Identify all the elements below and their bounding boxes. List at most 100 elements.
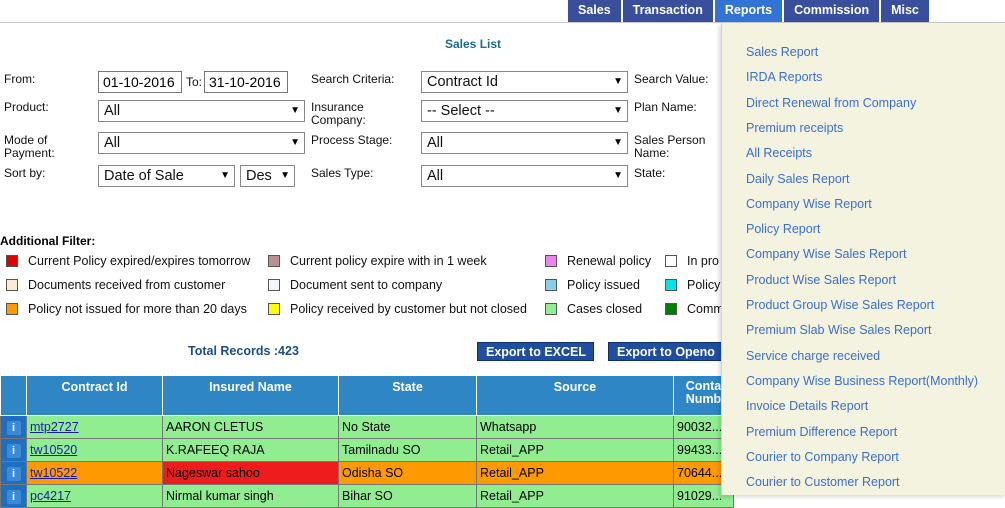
- chevron-down-icon: ▼: [290, 105, 300, 116]
- insured-name-cell: Nirmal kumar singh: [162, 484, 339, 508]
- chevron-down-icon: ▼: [613, 137, 623, 148]
- contract-id-link[interactable]: tw10520: [30, 443, 77, 457]
- export-excel-button[interactable]: Export to EXCEL: [477, 342, 594, 361]
- table-header-row: Contract Id Insured Name State Source Co…: [0, 375, 734, 416]
- contract-id-link[interactable]: mtp2727: [30, 420, 79, 434]
- info-icon[interactable]: i: [6, 420, 21, 435]
- reports-menu-item[interactable]: IRDA Reports: [746, 70, 822, 84]
- from-date-input[interactable]: 01-10-2016: [98, 71, 182, 93]
- search-criteria-select[interactable]: Contract Id ▼: [421, 71, 628, 93]
- sales-table: Contract Id Insured Name State Source Co…: [0, 375, 734, 508]
- reports-menu-item[interactable]: Service charge received: [746, 349, 880, 363]
- insurance-company-select[interactable]: -- Select -- ▼: [421, 100, 628, 122]
- legend-color-swatch[interactable]: [545, 279, 557, 291]
- header-info: [0, 375, 27, 416]
- legend-color-swatch[interactable]: [665, 255, 677, 267]
- legend-color-swatch[interactable]: [268, 255, 280, 267]
- contract-id-cell: mtp2727: [26, 415, 163, 439]
- sort-by-label: Sort by:: [4, 166, 46, 180]
- process-stage-value: All: [427, 135, 444, 151]
- insured-name-cell: K.RAFEEQ RAJA: [162, 438, 339, 462]
- reports-menu-item[interactable]: Company Wise Business Report(Monthly): [746, 374, 978, 388]
- legend-color-swatch[interactable]: [545, 255, 557, 267]
- reports-menu-item[interactable]: Product Group Wise Sales Report: [746, 298, 934, 312]
- mode-of-payment-label: Mode of Payment:: [4, 133, 55, 160]
- filter-legend-item: Current policy expire with in 1 week: [268, 253, 487, 269]
- sort-order-select[interactable]: Des ▼: [240, 165, 295, 187]
- legend-color-swatch[interactable]: [6, 279, 18, 291]
- legend-label: Renewal policy: [567, 254, 652, 268]
- state-cell: Odisha SO: [338, 461, 477, 485]
- nav-transaction[interactable]: Transaction: [622, 0, 713, 23]
- reports-menu-item[interactable]: Direct Renewal from Company: [746, 96, 916, 110]
- process-stage-select[interactable]: All ▼: [421, 132, 628, 154]
- product-select[interactable]: All ▼: [98, 100, 305, 122]
- reports-menu-item[interactable]: Product Wise Sales Report: [746, 273, 896, 287]
- sales-type-select[interactable]: All ▼: [421, 165, 628, 187]
- sort-by-select[interactable]: Date of Sale ▼: [98, 165, 235, 187]
- state-cell: Bihar SO: [338, 484, 477, 508]
- header-contract-id[interactable]: Contract Id: [26, 375, 163, 416]
- filter-legend-item: Policy received by customer but not clos…: [268, 301, 527, 317]
- nav-commission[interactable]: Commission: [784, 0, 880, 23]
- legend-color-swatch[interactable]: [268, 303, 280, 315]
- legend-color-swatch[interactable]: [6, 303, 18, 315]
- contract-id-link[interactable]: tw10522: [30, 466, 77, 480]
- header-source[interactable]: Source: [476, 375, 674, 416]
- reports-menu-item[interactable]: Daily Sales Report: [746, 172, 850, 186]
- reports-menu-item[interactable]: Courier to Company Report: [746, 450, 899, 464]
- header-insured-name[interactable]: Insured Name: [162, 375, 339, 416]
- reports-menu-item[interactable]: Premium receipts: [746, 121, 843, 135]
- legend-color-swatch[interactable]: [6, 255, 18, 267]
- total-records: Total Records :423: [188, 344, 299, 358]
- nav-reports[interactable]: Reports: [714, 0, 783, 23]
- table-row: i pc4217 Nirmal kumar singh Bihar SO Retail_…: [0, 484, 734, 508]
- legend-color-swatch[interactable]: [545, 303, 557, 315]
- mode-of-payment-value: All: [104, 135, 121, 151]
- info-icon[interactable]: i: [6, 443, 21, 458]
- info-cell: i: [0, 484, 27, 508]
- to-date-input[interactable]: 31-10-2016: [204, 71, 288, 93]
- reports-menu-item[interactable]: Courier to Customer Report: [746, 475, 900, 489]
- reports-menu-item[interactable]: Premium Difference Report: [746, 425, 897, 439]
- reports-menu-item[interactable]: Company Wise Report: [746, 197, 872, 211]
- table-row: i tw10520 K.RAFEEQ RAJA Tamilnadu SO Retail_…: [0, 438, 734, 462]
- reports-menu-item[interactable]: Premium Slab Wise Sales Report: [746, 323, 931, 337]
- filter-legend-item: Policy issued: [545, 277, 640, 293]
- legend-color-swatch[interactable]: [665, 303, 677, 315]
- contract-id-link[interactable]: pc4217: [30, 489, 71, 503]
- state-cell: No State: [338, 415, 477, 439]
- filter-legend-item: Comm: [665, 301, 724, 317]
- legend-label: Cases closed: [567, 302, 643, 316]
- legend-label: Policy: [687, 278, 721, 292]
- reports-menu-item[interactable]: All Receipts: [746, 146, 812, 160]
- reports-menu-item[interactable]: Invoice Details Report: [746, 399, 868, 413]
- source-cell: Retail_APP: [476, 461, 674, 485]
- legend-color-swatch[interactable]: [268, 279, 280, 291]
- info-cell: i: [0, 438, 27, 462]
- legend-label: In pro: [687, 254, 719, 268]
- chevron-down-icon: ▼: [290, 137, 300, 148]
- sales-person-label: Sales Person Name:: [634, 133, 706, 160]
- source-cell: Retail_APP: [476, 484, 674, 508]
- nav-misc[interactable]: Misc: [881, 0, 929, 23]
- product-label: Product:: [4, 100, 49, 114]
- info-icon[interactable]: i: [6, 466, 21, 481]
- reports-menu-item[interactable]: Sales Report: [746, 45, 818, 59]
- insured-name-cell: Nageswar sahoo: [162, 461, 339, 485]
- nav-sales[interactable]: Sales: [568, 0, 621, 23]
- legend-color-swatch[interactable]: [665, 279, 677, 291]
- reports-dropdown-menu: Sales Report IRDA Reports Direct Renewal f…: [721, 23, 1005, 495]
- filter-legend-item: In pro: [665, 253, 719, 269]
- plan-name-label: Plan Name:: [634, 100, 697, 114]
- reports-menu-item[interactable]: Policy Report: [746, 222, 820, 236]
- additional-filter-title: Additional Filter:: [0, 234, 96, 248]
- export-openoffice-button[interactable]: Export to Openo: [608, 342, 722, 361]
- search-criteria-value: Contract Id: [427, 74, 498, 90]
- mode-of-payment-select[interactable]: All ▼: [98, 132, 305, 154]
- info-icon[interactable]: i: [6, 489, 21, 504]
- product-value: All: [104, 103, 121, 119]
- to-label: To:: [186, 75, 203, 89]
- header-state[interactable]: State: [338, 375, 477, 416]
- reports-menu-item[interactable]: Company Wise Sales Report: [746, 247, 906, 261]
